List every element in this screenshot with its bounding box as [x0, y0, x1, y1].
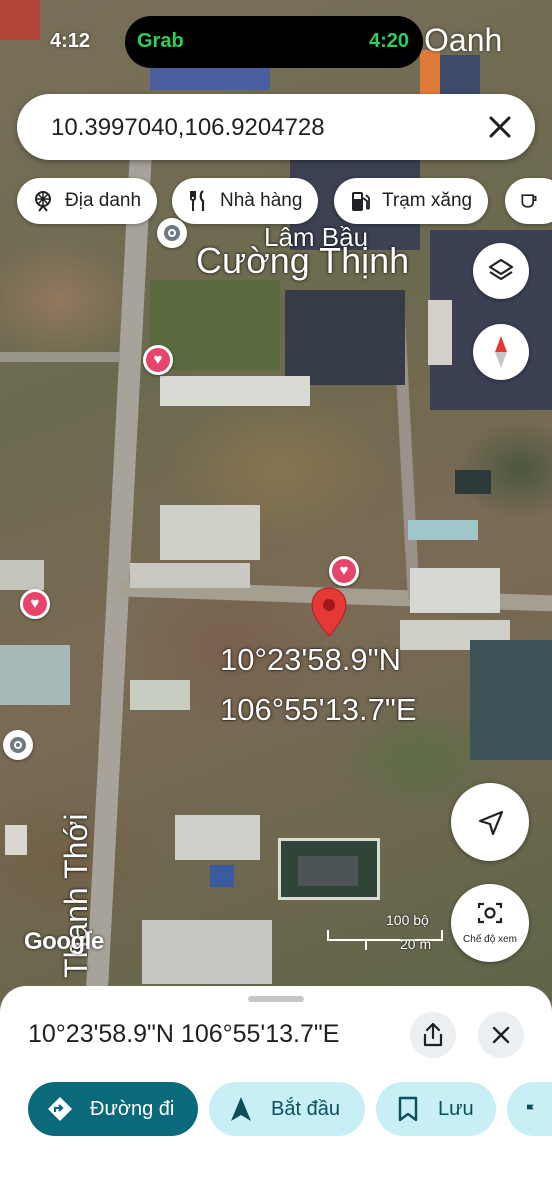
building-roof	[175, 815, 260, 860]
greenhouse	[285, 290, 405, 385]
chip-landmarks[interactable]: Địa danh	[17, 178, 158, 224]
compass-button[interactable]	[473, 324, 529, 380]
chip-gas-stations[interactable]: Trạm xăng	[334, 178, 489, 224]
bookmark-icon	[398, 1096, 418, 1122]
close-icon	[492, 1026, 510, 1044]
building-roof	[160, 505, 260, 560]
road-side	[0, 352, 120, 362]
compass-icon	[495, 336, 507, 368]
close-sheet-button[interactable]	[478, 1012, 524, 1058]
building-roof	[130, 563, 250, 588]
grab-live-activity: Grab	[137, 30, 184, 52]
heart-icon: ♥	[153, 351, 163, 368]
building-roof	[428, 300, 452, 365]
saved-heart-marker[interactable]: ♥	[20, 589, 50, 619]
share-icon	[423, 1022, 443, 1047]
building-roof	[298, 856, 358, 886]
building-roof	[210, 865, 234, 887]
scale-metric: 20 m	[400, 936, 432, 952]
share-button[interactable]	[410, 1012, 456, 1058]
street-label: Thạnh Thới	[58, 654, 95, 978]
layers-button[interactable]	[473, 243, 529, 299]
chip-coffee[interactable]	[505, 178, 552, 224]
place-marker[interactable]	[157, 218, 187, 248]
camera-scan-icon	[477, 902, 503, 924]
building-roof	[0, 560, 44, 590]
building-roof	[130, 680, 190, 710]
close-icon[interactable]	[483, 110, 517, 144]
street-view-button[interactable]: Chế độ xem	[451, 884, 529, 962]
building-roof	[0, 0, 40, 40]
gas-station-icon	[352, 192, 370, 211]
solar-panels	[440, 55, 480, 95]
ferris-wheel-icon	[35, 191, 51, 212]
building-roof	[160, 376, 310, 406]
water	[470, 640, 552, 760]
heart-icon: ♥	[30, 595, 40, 612]
dynamic-island[interactable]: Grab 4:20	[125, 16, 423, 68]
navigation-arrow-icon	[231, 1097, 251, 1121]
sheet-drag-handle[interactable]	[248, 996, 304, 1002]
chip-label: Địa danh	[65, 190, 142, 211]
chip-label: Nhà hàng	[220, 190, 303, 211]
google-attribution: Google	[24, 928, 104, 955]
coffee-icon	[521, 194, 537, 208]
grab-eta: 4:20	[368, 30, 409, 52]
layers-icon	[488, 258, 514, 281]
street-view-label: Chế độ xem	[463, 934, 517, 945]
pin-coords-lat: 10°23'58.9"N	[220, 642, 402, 677]
building-roof	[142, 920, 272, 984]
directions-icon	[48, 1097, 72, 1121]
chip-label: Trạm xăng	[382, 190, 473, 211]
search-input[interactable]: 10.3997040,106.9204728	[51, 114, 325, 142]
bottom-sheet[interactable]: 10°23'58.9"N 106°55'13.7"E Đường đi Bắt …	[0, 986, 552, 1196]
label-button[interactable]	[507, 1082, 552, 1136]
search-bar[interactable]: 10.3997040,106.9204728	[17, 94, 535, 160]
directions-label: Đường đi	[90, 1097, 175, 1120]
status-right-text: Oanh	[424, 22, 503, 58]
building-roof	[410, 568, 500, 613]
my-location-button[interactable]	[451, 783, 529, 861]
pond	[455, 470, 491, 494]
save-button[interactable]: Lưu	[376, 1082, 496, 1136]
flag-icon	[526, 1104, 534, 1114]
start-button[interactable]: Bắt đầu	[209, 1082, 365, 1136]
fork-knife-icon	[190, 190, 205, 211]
status-time: 4:12	[50, 30, 91, 52]
scale-imperial: 100 bộ	[386, 912, 429, 928]
pin-coords-lng: 106°55'13.7"E	[220, 692, 417, 727]
heart-icon: ♥	[339, 562, 349, 579]
directions-button[interactable]: Đường đi	[28, 1082, 198, 1136]
sheet-coordinates: 10°23'58.9"N 106°55'13.7"E	[28, 1020, 340, 1048]
start-label: Bắt đầu	[271, 1097, 340, 1120]
navigation-arrow-icon	[478, 810, 504, 836]
place-label[interactable]: Cường Thịnh	[196, 240, 409, 282]
building-roof	[408, 520, 478, 540]
save-label: Lưu	[438, 1097, 474, 1120]
place-marker[interactable]	[3, 730, 33, 760]
saved-heart-marker[interactable]: ♥	[143, 345, 173, 375]
building-roof	[5, 825, 27, 855]
chip-restaurants[interactable]: Nhà hàng	[172, 178, 319, 224]
saved-heart-marker[interactable]: ♥	[329, 556, 359, 586]
dropped-pin-icon[interactable]	[309, 586, 349, 638]
